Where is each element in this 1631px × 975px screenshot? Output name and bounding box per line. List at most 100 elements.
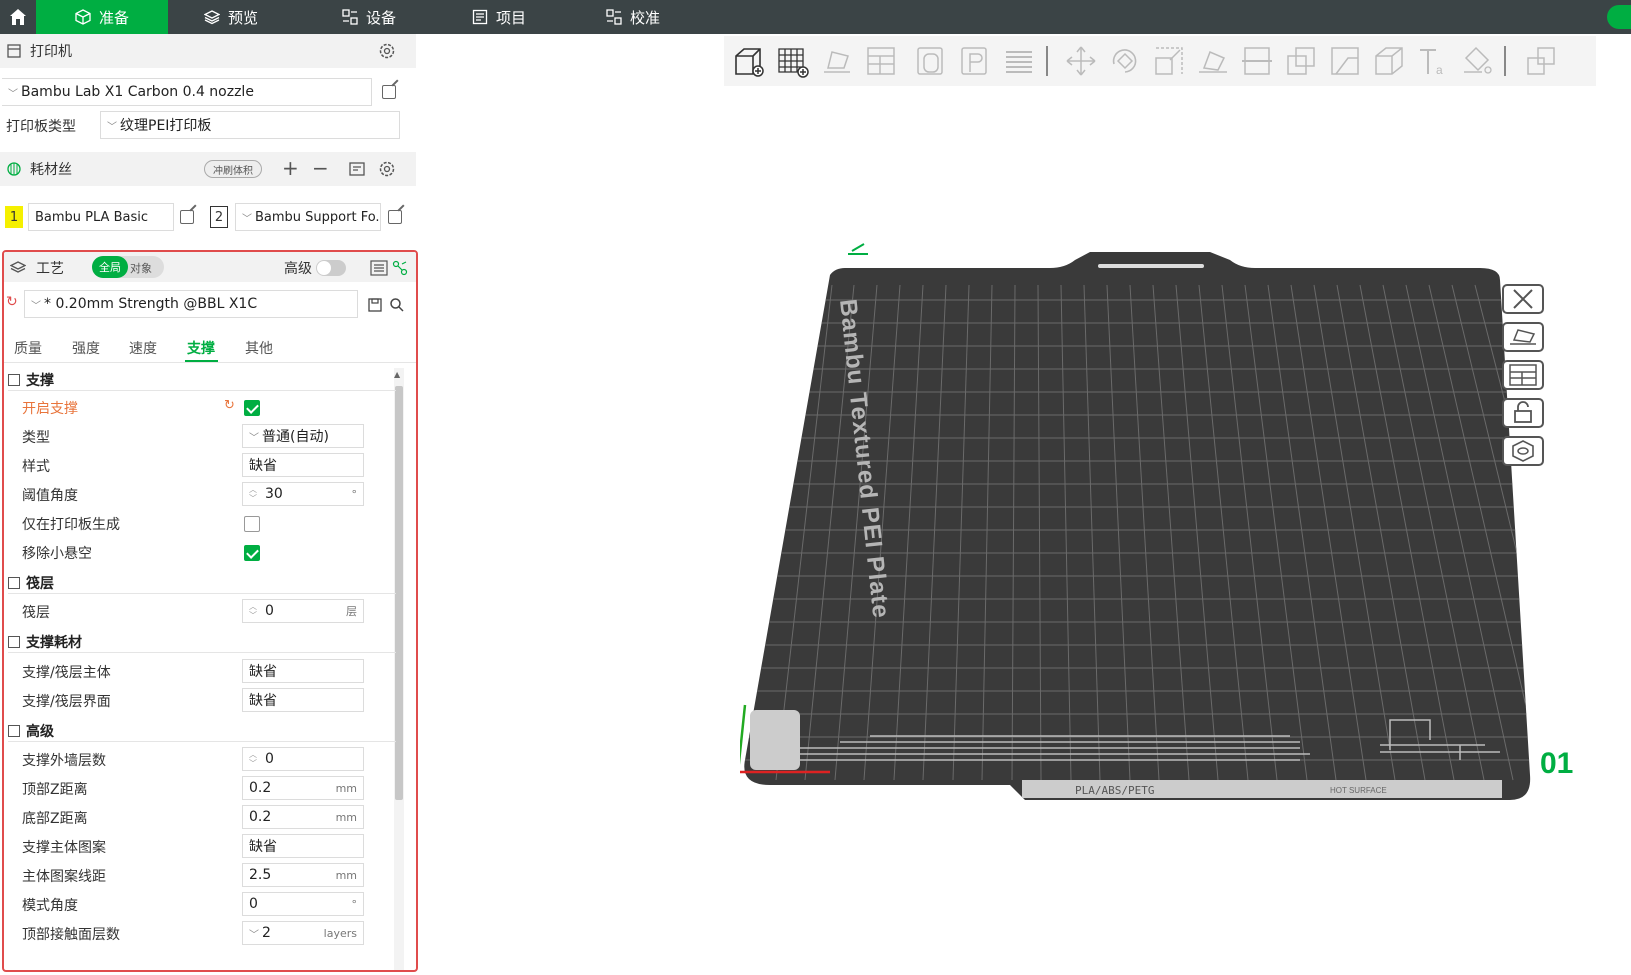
pattern-angle-input[interactable]: 0 ° <box>242 892 364 916</box>
bottom-z-distance-value: 0.2 <box>249 809 272 825</box>
lock-plate-button[interactable] <box>1502 398 1544 428</box>
tab-preview[interactable]: 预览 <box>196 0 266 34</box>
filament-slot-1-select[interactable]: Bambu PLA Basic <box>28 203 174 231</box>
filament-slot-2-select[interactable]: ﹀ Bambu Support Fo... <box>235 203 381 231</box>
filament-slot-2-badge[interactable]: 2 <box>210 206 228 228</box>
base-pattern-select[interactable]: 缺省 <box>242 834 364 858</box>
assembly-view-button[interactable] <box>1524 44 1558 78</box>
plate-number[interactable]: 01 <box>1540 747 1573 780</box>
printer-model-select[interactable]: ﹀ Bambu Lab X1 Carbon 0.4 nozzle <box>2 78 372 106</box>
on-build-plate-checkbox[interactable] <box>244 516 260 532</box>
chevron-down-icon: ﹀ <box>107 121 117 133</box>
tab-others[interactable]: 其他 <box>245 338 273 358</box>
edit-printer-icon[interactable] <box>382 85 396 99</box>
raft-layers-input[interactable]: ︿ ﹀ 0 层 <box>242 599 364 623</box>
edit-filament-2-icon[interactable] <box>388 210 402 224</box>
tab-strength[interactable]: 强度 <box>72 338 100 358</box>
threshold-angle-input[interactable]: ︿ ﹀ 30 ° <box>242 482 364 506</box>
delete-plate-button[interactable] <box>1502 284 1544 314</box>
layers-editing-button[interactable] <box>1002 44 1036 78</box>
filament-slot-1-badge[interactable]: 1 <box>5 206 23 228</box>
base-spacing-input[interactable]: 2.5 mm <box>242 863 364 887</box>
object-on-plate[interactable] <box>750 710 800 770</box>
wall-loops-input[interactable]: ︿ ﹀ 0 <box>242 747 364 771</box>
tab-support[interactable]: 支撑 <box>187 338 215 358</box>
build-plate-3d-view[interactable]: Bambu Textured PEI Plate PLA/ABS/PETG HO… <box>740 240 1600 840</box>
seam-paint-button[interactable] <box>1372 44 1406 78</box>
tab-project[interactable]: 项目 <box>464 0 534 34</box>
bottom-z-distance-input[interactable]: 0.2 mm <box>242 805 364 829</box>
search-icon[interactable] <box>389 297 405 313</box>
edit-filament-1-icon[interactable] <box>180 210 194 224</box>
tab-speed[interactable]: 速度 <box>129 338 157 358</box>
remove-filament-button[interactable]: − <box>312 156 329 180</box>
advanced-toggle[interactable] <box>316 260 346 276</box>
enable-support-checkbox[interactable] <box>244 400 260 416</box>
mesh-boolean-icon <box>1287 47 1315 75</box>
color-paint-button[interactable] <box>1460 44 1494 78</box>
reset-preset-icon[interactable]: ↻ <box>6 294 18 310</box>
flush-volume-button[interactable]: 冲刷体积 <box>204 160 262 178</box>
advanced-label: 高级 <box>284 261 312 277</box>
move-button[interactable] <box>1064 44 1098 78</box>
top-z-distance-input[interactable]: 0.2 mm <box>242 776 364 800</box>
spin-arrows-icon[interactable]: ︿ ﹀ <box>249 750 257 768</box>
global-object-toggle[interactable]: 全局 对象 <box>92 256 164 278</box>
top-interface-layers-select[interactable]: ﹀ 2 layers <box>242 921 364 945</box>
arrange-button[interactable] <box>864 44 898 78</box>
support-style-select[interactable]: 缺省 <box>242 453 364 477</box>
auto-orient-button[interactable] <box>820 44 854 78</box>
plate-type-select[interactable]: ﹀ 纹理PEI打印板 <box>100 111 400 139</box>
status-indicator[interactable] <box>1607 5 1631 29</box>
scrollbar-track[interactable]: ▲ <box>394 368 404 970</box>
split-objects-button[interactable] <box>914 44 948 78</box>
base-spacing-value: 2.5 <box>249 867 272 883</box>
gear-icon[interactable] <box>378 42 396 60</box>
pencil-icon[interactable] <box>846 242 870 256</box>
arrange-plate-button[interactable] <box>1502 360 1544 390</box>
chevron-down-icon: ﹀ <box>249 929 259 941</box>
support-type-select[interactable]: ﹀ 普通(自动) <box>242 424 364 448</box>
add-plate-button[interactable] <box>776 44 810 78</box>
pattern-angle-unit: ° <box>351 897 358 911</box>
scrollbar-thumb[interactable] <box>395 386 403 800</box>
split-parts-button[interactable] <box>958 44 992 78</box>
compare-icon[interactable] <box>392 260 408 276</box>
support-paint-button[interactable] <box>1328 44 1362 78</box>
list-view-icon[interactable] <box>370 260 388 276</box>
spin-arrows-icon[interactable]: ︿ ﹀ <box>249 602 257 620</box>
home-button[interactable] <box>0 0 36 34</box>
save-icon[interactable] <box>368 298 382 312</box>
tab-prepare[interactable]: 准备 <box>36 0 168 34</box>
lay-on-face-button[interactable] <box>1196 44 1230 78</box>
plate-settings-button[interactable] <box>1502 436 1544 466</box>
text-button[interactable]: a <box>1416 44 1450 78</box>
support-interface-select[interactable]: 缺省 <box>242 688 364 712</box>
scale-button[interactable] <box>1152 44 1186 78</box>
tab-label: 校准 <box>629 8 660 27</box>
sync-ams-icon[interactable] <box>348 160 366 178</box>
spin-arrows-icon[interactable]: ︿ ﹀ <box>249 485 257 503</box>
support-base-select[interactable]: 缺省 <box>242 659 364 683</box>
rotate-icon <box>1112 49 1137 73</box>
group-support-title: 支撑 <box>26 373 54 389</box>
toggle-object[interactable]: 对象 <box>130 260 152 276</box>
orient-plate-button[interactable] <box>1502 322 1544 352</box>
add-object-button[interactable] <box>732 44 766 78</box>
tab-quality[interactable]: 质量 <box>14 338 42 358</box>
calibrate-icon <box>606 9 622 25</box>
toggle-global[interactable]: 全局 <box>92 256 128 278</box>
add-filament-button[interactable]: + <box>282 156 299 180</box>
split-objects-icon <box>917 47 943 75</box>
paint-bucket-icon <box>1464 46 1492 74</box>
tab-device[interactable]: 设备 <box>334 0 404 34</box>
reset-value-icon[interactable]: ↻ <box>224 398 235 413</box>
remove-small-overhang-label: 移除小悬空 <box>22 546 92 562</box>
rotate-button[interactable] <box>1108 44 1142 78</box>
process-preset-select[interactable]: ﹀ * 0.20mm Strength @BBL X1C <box>24 290 358 318</box>
remove-small-overhang-checkbox[interactable] <box>244 545 260 561</box>
cut-button[interactable] <box>1240 44 1274 78</box>
tab-calibration[interactable]: 校准 <box>598 0 668 34</box>
gear-icon[interactable] <box>378 160 396 178</box>
mesh-boolean-button[interactable] <box>1284 44 1318 78</box>
